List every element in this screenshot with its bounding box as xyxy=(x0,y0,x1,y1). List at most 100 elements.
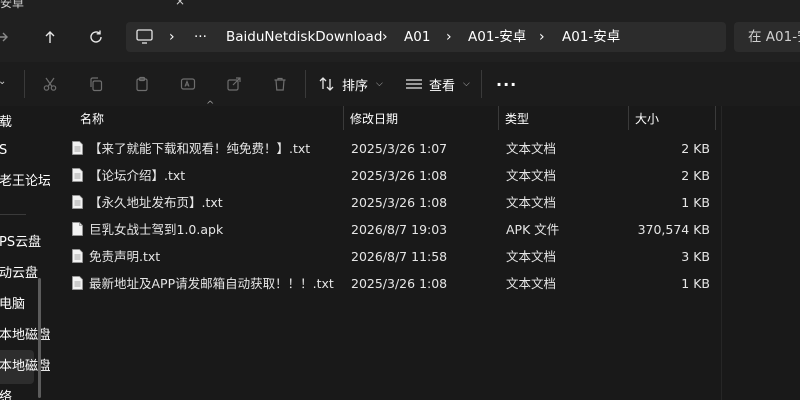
generic-file-icon xyxy=(72,222,83,236)
view-button[interactable]: 查看 ⌵ xyxy=(405,69,470,99)
toolbar-divider xyxy=(24,70,25,98)
search-input[interactable]: 在 A01-安卓 xyxy=(748,22,800,52)
cut-icon[interactable] xyxy=(38,72,62,96)
file-date: 2025/3/26 1:07 xyxy=(351,141,448,156)
file-date: 2026/8/7 19:03 xyxy=(351,222,448,237)
text-file-icon xyxy=(72,249,83,263)
sidebar-item[interactable]: S xyxy=(0,140,7,162)
toolbar-divider xyxy=(481,70,482,98)
file-name[interactable]: 免责声明.txt xyxy=(89,243,160,270)
column-header-date[interactable]: 修改日期 xyxy=(350,106,398,132)
file-row[interactable]: 巨乳女战士驾到1.0.apk 2026/8/7 19:03 APK 文件 370… xyxy=(50,216,720,243)
column-divider[interactable] xyxy=(628,106,629,130)
file-type: 文本文档 xyxy=(506,249,557,264)
text-file-icon xyxy=(72,276,83,290)
rename-icon[interactable] xyxy=(176,72,200,96)
chevron-right-icon: › xyxy=(382,29,388,45)
address-bar[interactable]: › ··· BaiduNetdiskDownload › A01 › A01-安… xyxy=(126,22,726,52)
title-bar xyxy=(0,0,800,10)
file-date: 2025/3/26 1:08 xyxy=(351,168,448,183)
chevron-down-icon: ⌵ xyxy=(376,79,383,89)
up-button[interactable] xyxy=(34,21,66,53)
chevron-down-icon: ⌵ xyxy=(463,79,470,89)
chevron-right-icon: › xyxy=(169,29,175,45)
file-type: 文本文档 xyxy=(506,195,557,210)
text-file-icon xyxy=(72,195,83,209)
text-file-icon xyxy=(72,168,83,182)
view-label: 查看 xyxy=(429,78,456,94)
column-header-size[interactable]: 大小 xyxy=(635,106,659,132)
sidebar-item[interactable]: 电脑 xyxy=(0,294,25,316)
refresh-icon xyxy=(90,30,102,43)
column-header-type[interactable]: 类型 xyxy=(505,106,529,132)
toolbar-divider xyxy=(305,70,306,98)
file-type: 文本文档 xyxy=(506,276,557,291)
sidebar-item[interactable]: 老王论坛 xyxy=(0,171,50,193)
file-size: 1 KB xyxy=(681,276,710,291)
list-edge-divider xyxy=(721,106,722,400)
search-box[interactable]: 在 A01-安卓 xyxy=(734,22,800,52)
file-name[interactable]: 【论坛介绍】.txt xyxy=(89,162,185,189)
file-name[interactable]: 【永久地址发布页】.txt xyxy=(89,189,223,216)
refresh-button[interactable] xyxy=(80,21,112,53)
tab-close-button[interactable]: × xyxy=(175,0,185,8)
file-name[interactable]: 巨乳女战士驾到1.0.apk xyxy=(89,216,223,243)
command-bar: ⌄ 排序 ⌵ 查看 ⌵ ··· xyxy=(0,62,800,107)
sidebar-divider xyxy=(0,214,26,215)
sidebar-item[interactable]: 动云盘 xyxy=(0,263,38,285)
file-type: 文本文档 xyxy=(506,141,557,156)
file-row[interactable]: 【论坛介绍】.txt 2025/3/26 1:08 文本文档 2 KB xyxy=(50,162,720,189)
file-row[interactable]: 免责声明.txt 2026/8/7 11:58 文本文档 3 KB xyxy=(50,243,720,270)
sidebar-scrollbar[interactable] xyxy=(38,278,41,398)
file-name[interactable]: 【来了就能下载和观看！纯免费！】.txt xyxy=(89,135,310,162)
share-icon[interactable] xyxy=(222,72,246,96)
file-type: 文本文档 xyxy=(506,168,557,183)
sort-caret-up-icon: ^ xyxy=(206,100,215,111)
breadcrumb-item[interactable]: A01-安卓 xyxy=(468,22,526,52)
breadcrumb-item[interactable]: A01-安卓 xyxy=(562,22,620,52)
arrow-up-icon xyxy=(45,31,55,43)
file-date: 2025/3/26 1:08 xyxy=(351,195,448,210)
column-header-name[interactable]: 名称 xyxy=(80,106,104,132)
more-options-button[interactable]: ··· xyxy=(496,69,517,99)
sort-label: 排序 xyxy=(342,78,369,94)
file-name[interactable]: 最新地址及APP请发邮箱自动获取！！！.txt xyxy=(89,270,334,297)
navigation-pane: 载 S 老王论坛 PS云盘 动云盘 电脑 本地磁盘 本地磁盘 络 xyxy=(0,106,50,400)
computer-icon xyxy=(136,29,153,47)
file-list: ^ 名称 修改日期 类型 大小 【来了就能下载和观看！纯免费！】.txt 202… xyxy=(50,100,800,400)
tab-title[interactable]: 安卓 xyxy=(0,0,24,10)
file-type: APK 文件 xyxy=(506,222,560,237)
sidebar-item[interactable]: PS云盘 xyxy=(0,232,41,254)
column-divider[interactable] xyxy=(715,106,716,130)
sidebar-item[interactable]: 载 xyxy=(0,112,12,134)
file-date: 2026/8/7 11:58 xyxy=(351,249,448,264)
chevron-right-icon: › xyxy=(539,29,545,45)
sidebar-item[interactable]: 本地磁盘 xyxy=(0,356,50,378)
arrow-right-icon xyxy=(0,32,8,42)
back-button[interactable] xyxy=(0,21,18,53)
text-file-icon xyxy=(72,141,83,155)
chevron-right-icon: › xyxy=(446,29,452,45)
view-list-icon xyxy=(406,79,422,89)
file-size: 3 KB xyxy=(681,249,710,264)
file-row[interactable]: 【永久地址发布页】.txt 2025/3/26 1:08 文本文档 1 KB xyxy=(50,189,720,216)
file-size: 2 KB xyxy=(681,141,710,156)
sidebar-item[interactable]: 络 xyxy=(0,387,12,400)
paste-icon[interactable] xyxy=(130,72,154,96)
delete-icon[interactable] xyxy=(268,72,292,96)
sort-button[interactable]: 排序 ⌵ xyxy=(318,69,383,99)
file-date: 2025/3/26 1:08 xyxy=(351,276,448,291)
breadcrumb-item[interactable]: A01 xyxy=(404,22,430,52)
column-divider[interactable] xyxy=(343,106,344,130)
sidebar-item[interactable]: 本地磁盘 xyxy=(0,325,50,347)
new-dropdown-chevron-icon[interactable]: ⌄ xyxy=(0,76,6,87)
file-row[interactable]: 【来了就能下载和观看！纯免费！】.txt 2025/3/26 1:07 文本文档… xyxy=(50,135,720,162)
sort-icon xyxy=(319,77,334,91)
navigation-bar: › ··· BaiduNetdiskDownload › A01 › A01-安… xyxy=(0,10,800,62)
breadcrumb-more-button[interactable]: ··· xyxy=(194,22,207,52)
column-divider[interactable] xyxy=(498,106,499,130)
copy-icon[interactable] xyxy=(84,72,108,96)
file-row[interactable]: 最新地址及APP请发邮箱自动获取！！！.txt 2025/3/26 1:08 文… xyxy=(50,270,720,297)
breadcrumb-item[interactable]: BaiduNetdiskDownload xyxy=(226,22,382,52)
file-size: 2 KB xyxy=(681,168,710,183)
